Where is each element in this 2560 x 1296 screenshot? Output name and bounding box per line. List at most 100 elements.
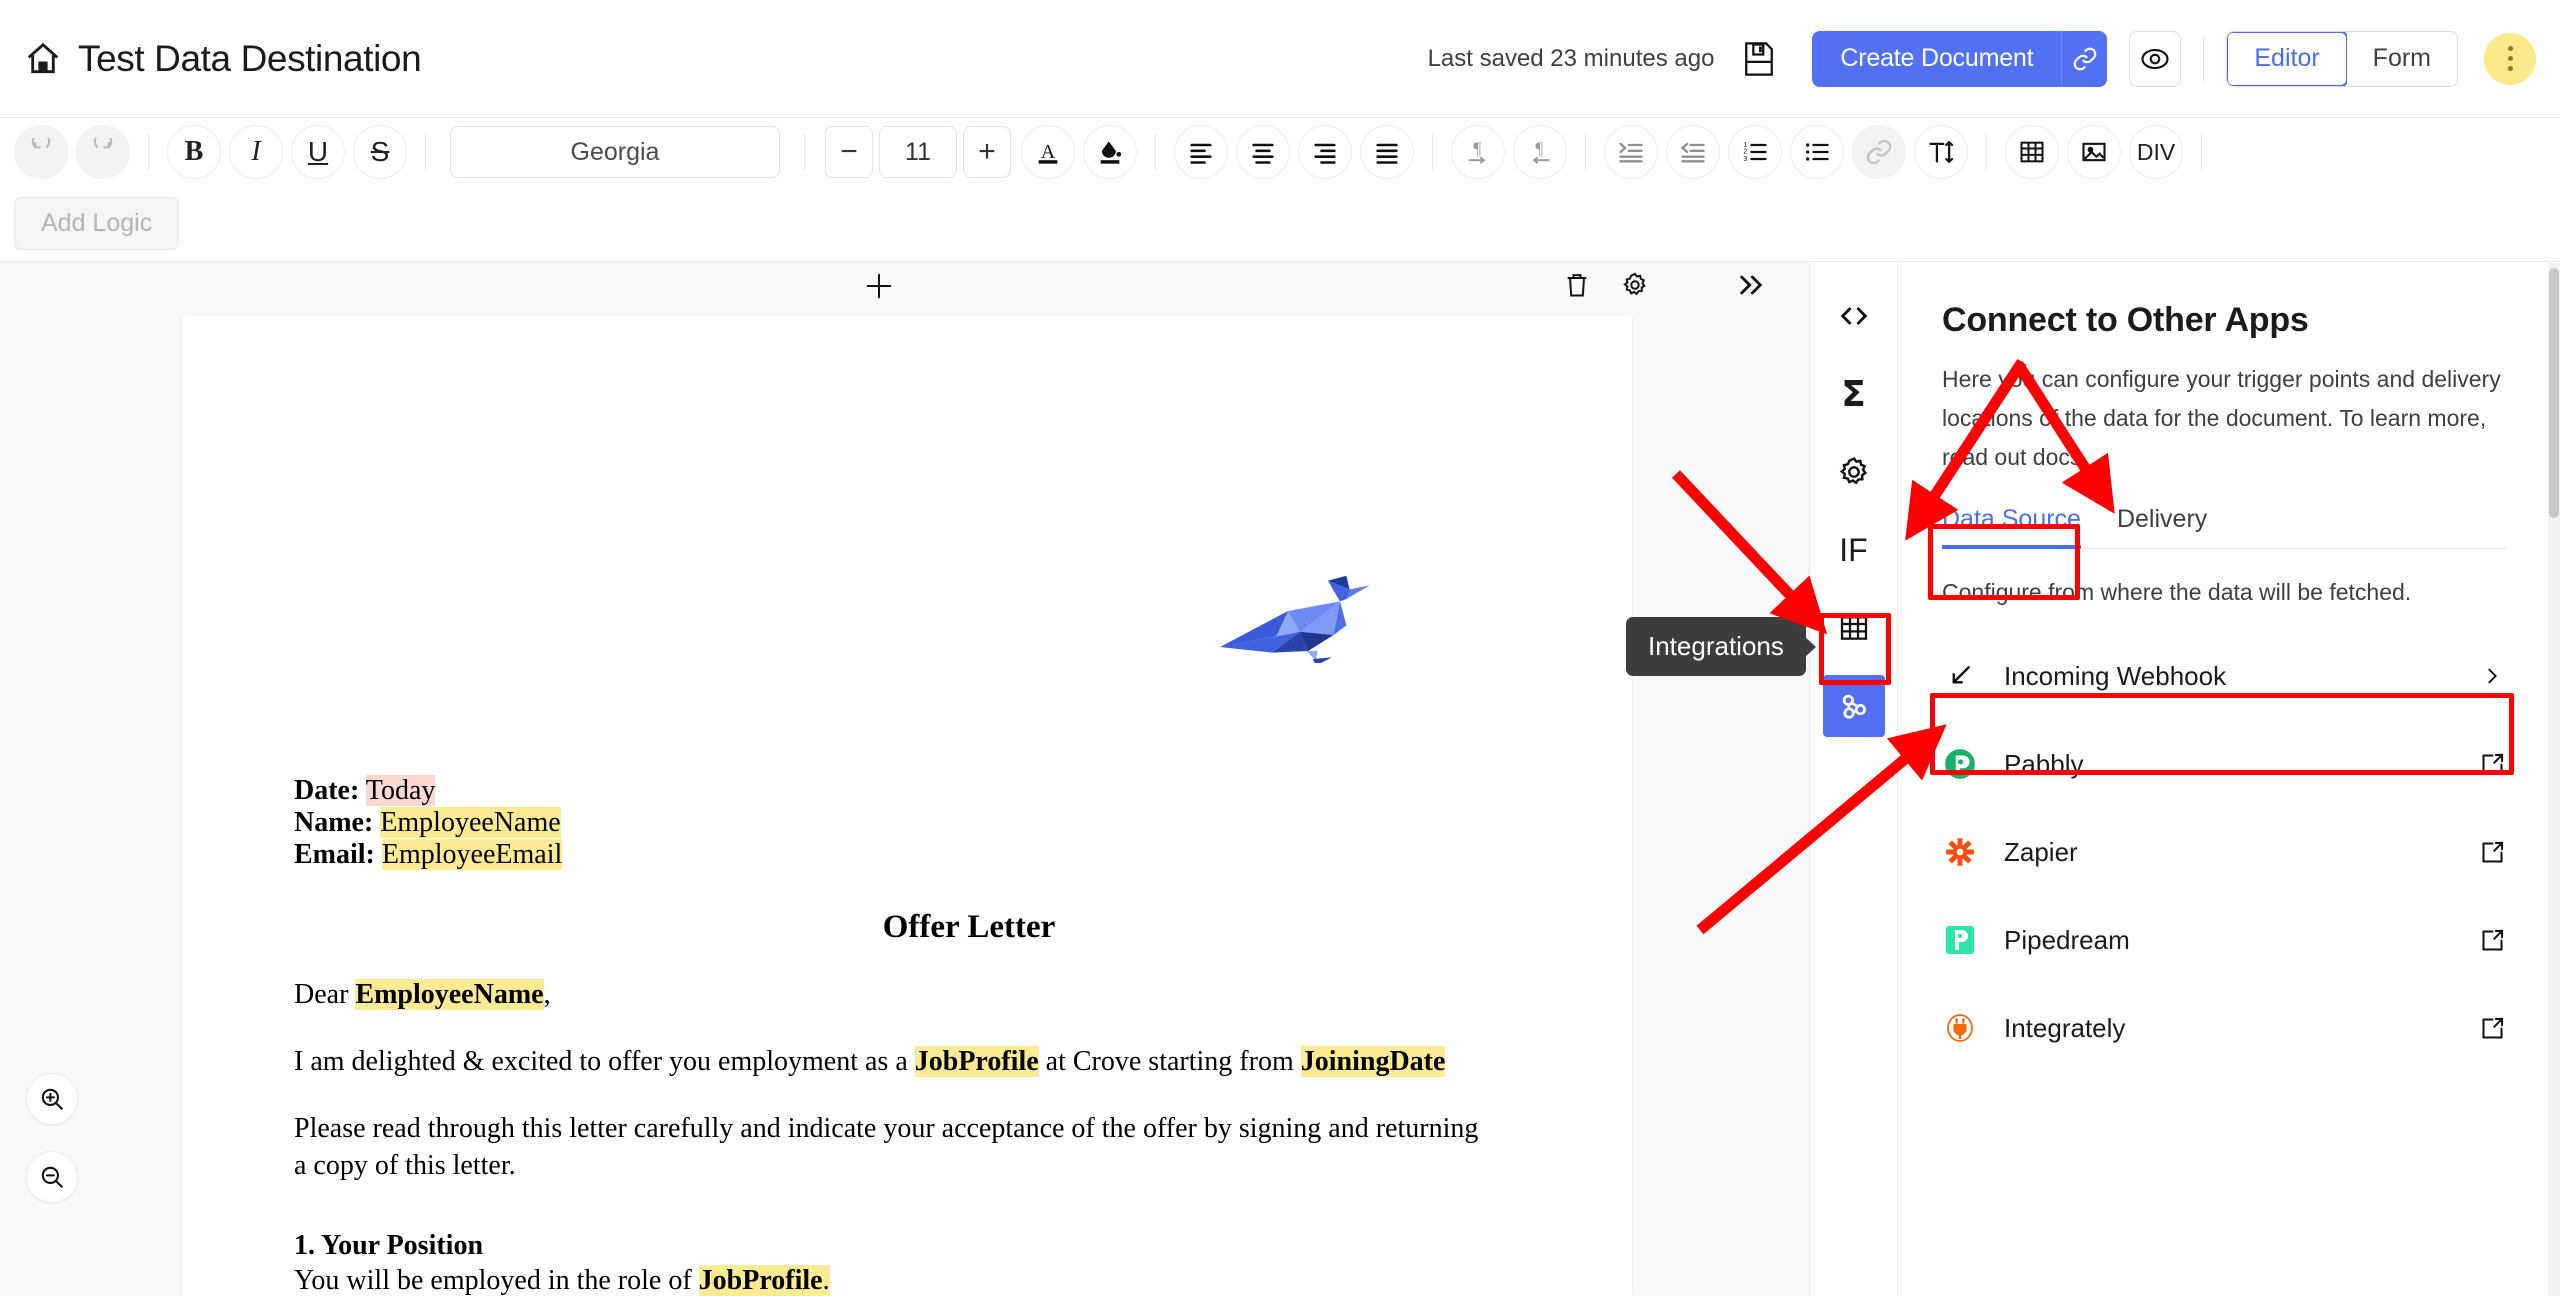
field-name-token[interactable]: EmployeeName	[380, 807, 561, 838]
jobprofile-token[interactable]: JobProfile	[915, 1046, 1039, 1077]
sigma-formula-icon[interactable]: Σ	[1823, 363, 1885, 425]
zapier-logo-icon	[1942, 834, 1978, 870]
app-label: Incoming Webhook	[2004, 660, 2227, 691]
create-document-button[interactable]: Create Document	[1812, 30, 2062, 87]
app-root: Test Data Destination Last saved 23 minu…	[0, 0, 2560, 1296]
strikethrough-button[interactable]: S	[353, 125, 407, 179]
panel-title: Connect to Other Apps	[1942, 301, 2309, 339]
gear-icon[interactable]	[1621, 271, 1649, 304]
table-grid-icon[interactable]	[1823, 597, 1885, 659]
gear-settings-icon[interactable]	[1823, 441, 1885, 503]
bullet-list-icon[interactable]	[1790, 125, 1844, 179]
list-item-zapier[interactable]: Zapier	[1942, 808, 2507, 896]
font-size-decrease-button[interactable]: −	[825, 126, 873, 178]
bold-button[interactable]: B	[167, 125, 221, 179]
salutation-suffix: ,	[543, 979, 551, 1010]
joiningdate-token[interactable]: JoiningDate	[1301, 1046, 1446, 1077]
align-center-icon[interactable]	[1236, 125, 1290, 179]
font-family-select[interactable]: Georgia	[450, 126, 780, 178]
highlight-color-icon[interactable]	[1083, 125, 1137, 179]
save-icon[interactable]	[1736, 36, 1782, 82]
svg-text:2: 2	[1743, 149, 1747, 156]
tool-rail: Σ IF	[1809, 263, 1898, 1296]
crove-crow-logo	[1220, 575, 1370, 663]
webhook-integrations-icon[interactable]	[1822, 675, 1885, 737]
paragraph-acceptance: Please read through this letter carefull…	[294, 1113, 1479, 1181]
indent-increase-icon[interactable]	[1604, 125, 1658, 179]
section-1-text-a: You will be employed in the role of	[294, 1265, 699, 1296]
app-label: Pipedream	[2004, 924, 2130, 955]
zoom-in-icon[interactable]	[26, 1073, 78, 1125]
section-1-text: You will be employed in the role of JobP…	[294, 1262, 1494, 1296]
font-size-increase-button[interactable]: +	[963, 126, 1011, 178]
paragraph-offer: I am delighted & excited to offer you em…	[294, 1043, 1494, 1080]
document-canvas: Date: Today Name: EmployeeName Email: Em…	[0, 263, 1809, 1296]
italic-button[interactable]: I	[229, 125, 283, 179]
link-icon[interactable]	[2061, 30, 2108, 87]
direction-rtl-icon[interactable]: ¶	[1513, 125, 1567, 179]
italic-label: I	[251, 136, 261, 167]
section-1-heading: 1. Your Position	[294, 1230, 484, 1261]
overflow-menu-button[interactable]	[2484, 32, 2536, 85]
add-logic-button[interactable]: Add Logic	[14, 197, 180, 250]
page-scrollbar-thumb[interactable]	[2549, 268, 2559, 518]
zoom-out-icon[interactable]	[26, 1151, 78, 1203]
font-size-stepper: − 11 +	[825, 126, 1011, 178]
list-item-integrately[interactable]: Integrately	[1942, 984, 2507, 1072]
list-item-incoming-webhook[interactable]: Incoming Webhook	[1942, 632, 2507, 720]
ordered-list-icon[interactable]: 1 2 3	[1728, 125, 1782, 179]
font-size-input[interactable]: 11	[879, 126, 957, 178]
text-color-icon[interactable]: A	[1021, 125, 1075, 179]
tab-form[interactable]: Form	[2346, 31, 2457, 86]
indent-decrease-icon[interactable]	[1666, 125, 1720, 179]
if-condition-icon[interactable]: IF	[1823, 519, 1885, 581]
external-link-icon[interactable]	[2477, 751, 2507, 778]
sigma-glyph: Σ	[1841, 373, 1866, 415]
external-link-icon[interactable]	[2477, 1015, 2507, 1042]
if-label: IF	[1839, 531, 1868, 568]
field-date-token[interactable]: Today	[365, 775, 436, 806]
list-item-pabbly[interactable]: Pabbly	[1942, 720, 2507, 808]
tab-data-source[interactable]: Data Source	[1942, 505, 2081, 549]
direction-ltr-icon[interactable]: ¶	[1451, 125, 1505, 179]
trash-icon[interactable]	[1563, 271, 1591, 304]
field-name: Name: EmployeeName	[294, 807, 1494, 839]
salutation-token[interactable]: EmployeeName	[355, 979, 543, 1010]
chevron-right-icon[interactable]	[2477, 665, 2507, 687]
toolbar-divider	[1432, 133, 1433, 171]
code-brackets-icon[interactable]	[1823, 285, 1885, 347]
align-justify-icon[interactable]	[1360, 125, 1414, 179]
app-header: Test Data Destination Last saved 23 minu…	[0, 0, 2560, 118]
home-icon[interactable]	[24, 40, 62, 78]
preview-button[interactable]	[2129, 30, 2182, 87]
align-right-icon[interactable]	[1298, 125, 1352, 179]
tab-editor[interactable]: Editor	[2227, 31, 2348, 86]
insert-div-button[interactable]: DIV	[2129, 125, 2183, 179]
panel-subtitle: Configure from where the data will be fe…	[1942, 579, 2412, 605]
redo-icon[interactable]	[76, 125, 130, 179]
document-page[interactable]: Date: Today Name: EmployeeName Email: Em…	[182, 315, 1632, 1296]
tab-delivery[interactable]: Delivery	[2117, 505, 2207, 548]
insert-link-icon[interactable]	[1852, 125, 1906, 179]
integrately-logo-icon	[1942, 1010, 1978, 1046]
external-link-icon[interactable]	[2477, 927, 2507, 954]
insert-image-icon[interactable]	[2067, 125, 2121, 179]
align-left-icon[interactable]	[1174, 125, 1228, 179]
panel-description: Here you can configure your trigger poin…	[1942, 366, 2501, 470]
app-label: Zapier	[2004, 836, 2078, 867]
header-divider	[2203, 36, 2205, 81]
page-action-group	[1563, 271, 1649, 304]
underline-button[interactable]: U	[291, 125, 345, 179]
section-1-token[interactable]: JobProfile	[699, 1265, 823, 1296]
field-email-token[interactable]: EmployeeEmail	[381, 839, 563, 870]
undo-icon[interactable]	[14, 125, 68, 179]
external-link-icon[interactable]	[2477, 839, 2507, 866]
add-block-icon[interactable]	[864, 271, 894, 306]
list-item-pipedream[interactable]: Pipedream	[1942, 896, 2507, 984]
insert-table-icon[interactable]	[2005, 125, 2059, 179]
line-height-icon[interactable]	[1914, 125, 1968, 179]
field-email: Email: EmployeeEmail	[294, 839, 1494, 871]
svg-text:A: A	[1041, 141, 1056, 163]
double-chevron-right-icon[interactable]	[1735, 269, 1767, 306]
toolbar-divider	[1986, 133, 1987, 171]
